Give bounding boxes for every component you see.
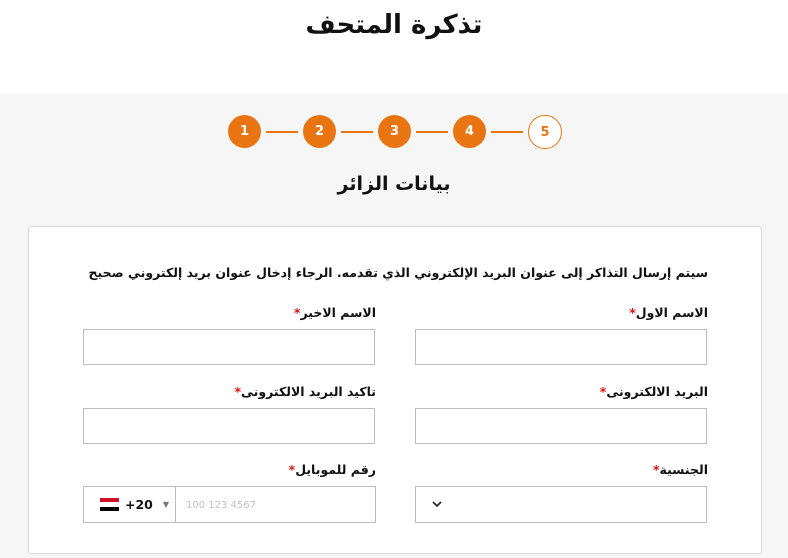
email-notice: سيتم إرسال التذاكر إلى عنوان البريد الإل… — [88, 265, 708, 280]
last-name-input[interactable] — [83, 329, 375, 365]
step-5-current: 5 — [528, 115, 562, 149]
step-connector — [341, 131, 373, 133]
country-code-dropdown[interactable]: +20 ▼ — [84, 487, 176, 522]
nationality-select[interactable] — [415, 486, 707, 523]
step-2: 2 — [303, 115, 336, 148]
header: تذكرة المتحف — [0, 0, 788, 94]
section-title: بيانات الزائر — [337, 173, 451, 195]
email-input[interactable] — [415, 408, 707, 444]
progress-stepper: 1 2 3 4 5 — [228, 115, 564, 151]
mobile-label: رقم للموبايل* — [288, 462, 376, 477]
email-label: البريد الالكترونى* — [599, 384, 708, 399]
confirm-email-input[interactable] — [83, 408, 375, 444]
confirm-email-label: تاكيد البريد الالكترونى* — [234, 384, 376, 399]
country-code: +20 — [125, 497, 153, 512]
step-4: 4 — [453, 115, 486, 148]
step-connector — [266, 131, 298, 133]
nationality-label: الجنسية* — [652, 462, 708, 477]
last-name-label: الاسم الاخير* — [293, 305, 376, 320]
mobile-input[interactable] — [184, 487, 368, 524]
first-name-label: الاسم الاول* — [629, 305, 708, 320]
step-1: 1 — [228, 115, 261, 148]
chevron-down-icon — [432, 501, 442, 508]
egypt-flag-icon — [100, 498, 119, 511]
page-title: تذكرة المتحف — [305, 10, 483, 40]
step-connector — [491, 131, 523, 133]
step-3: 3 — [378, 115, 411, 148]
step-connector — [416, 131, 448, 133]
caret-down-icon: ▼ — [162, 500, 170, 509]
mobile-field: +20 ▼ — [83, 486, 376, 524]
first-name-input[interactable] — [415, 329, 707, 365]
